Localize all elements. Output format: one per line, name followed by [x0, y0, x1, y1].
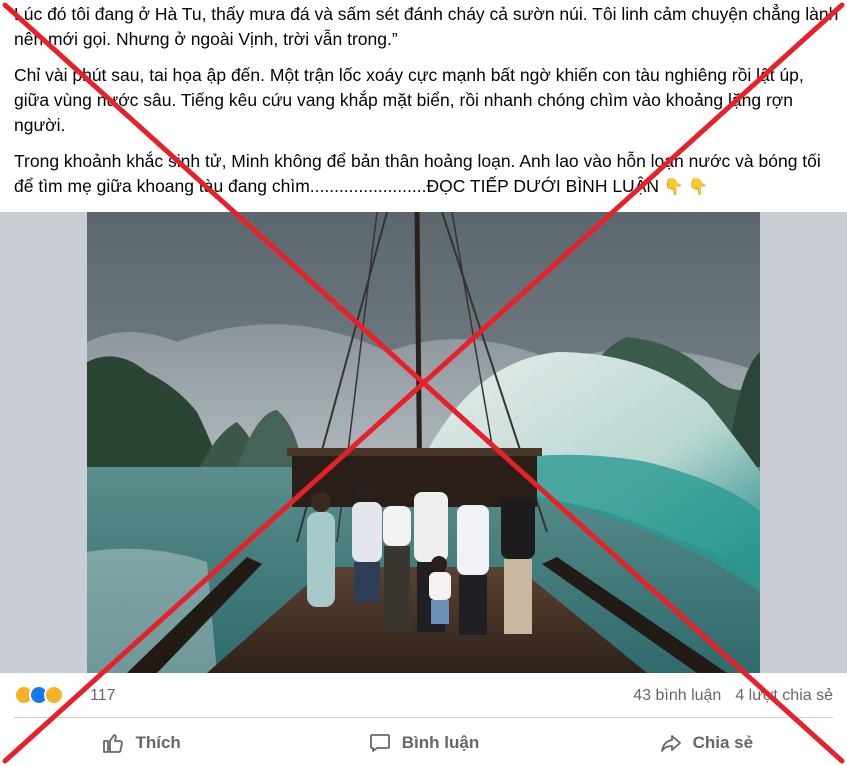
- share-count[interactable]: 4 lượt chia sẻ: [735, 687, 833, 705]
- post-paragraph-2: Chỉ vài phút sau, tai họa ập đến. Một tr…: [14, 65, 804, 135]
- reaction-count[interactable]: 117: [90, 687, 116, 705]
- share-button[interactable]: Chia sẻ: [565, 720, 847, 766]
- share-arrow-icon: [660, 735, 681, 752]
- reactions-row: 117 43 bình luận 4 lượt chia sẻ: [0, 673, 847, 721]
- post-paragraph-1: Lúc đó tôi đang ở Hà Tu, thấy mưa đá và …: [14, 4, 839, 49]
- care-reaction-icon: [44, 685, 64, 705]
- comment-button[interactable]: Bình luận: [282, 720, 564, 766]
- reaction-icons[interactable]: [14, 685, 64, 707]
- post-photo[interactable]: [87, 212, 760, 673]
- comment-count[interactable]: 43 bình luận: [633, 687, 721, 705]
- post-text: Lúc đó tôi đang ở Hà Tu, thấy mưa đá và …: [14, 0, 839, 211]
- post-actions: Thích Bình luận Chia sẻ: [0, 720, 847, 766]
- boat-family-photo: [87, 212, 760, 673]
- post-paragraph-3: Trong khoảnh khắc sinh tử, Minh không để…: [14, 149, 839, 200]
- comment-icon: [369, 734, 390, 752]
- pointing-down-emoji: 👇 👇: [663, 179, 709, 196]
- actions-divider: [14, 717, 833, 718]
- like-button-label: Thích: [135, 733, 181, 752]
- like-button[interactable]: Thích: [0, 720, 282, 766]
- comment-button-label: Bình luận: [401, 733, 480, 752]
- share-button-label: Chia sẻ: [692, 733, 754, 752]
- thumbs-up-icon: [103, 734, 124, 753]
- post-stats: 43 bình luận 4 lượt chia sẻ: [633, 687, 833, 705]
- post-media[interactable]: [0, 212, 847, 673]
